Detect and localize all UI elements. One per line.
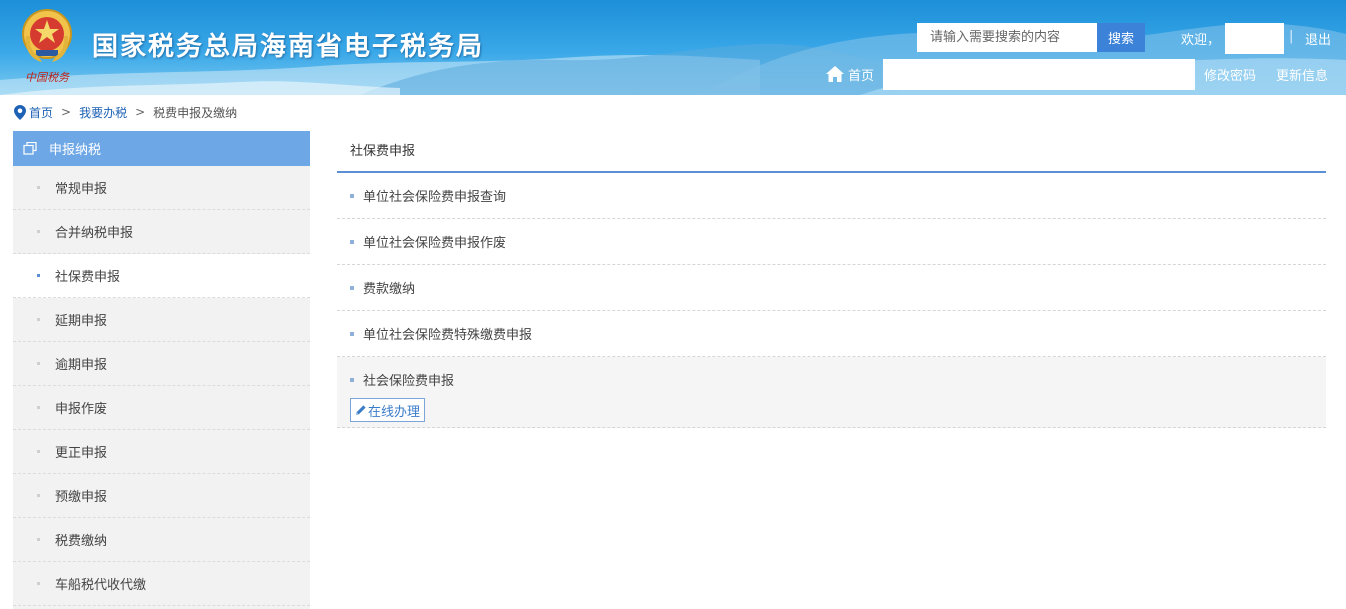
sidebar-item-consolidated-filing[interactable]: 合并纳税申报	[13, 210, 310, 254]
site-header: 中国税务 国家税务总局海南省电子税务局 搜索 欢迎， | 退出 首页 修改密码 …	[0, 0, 1346, 95]
bullet-icon	[350, 377, 354, 382]
service-item-social-insurance: 社会保险费申报 在线办理	[337, 357, 1326, 428]
service-item-label: 单位社会保险费申报查询	[363, 190, 507, 205]
nav-blank-area	[883, 59, 1195, 90]
bullet-icon	[350, 193, 354, 198]
sidebar-item-label: 申报作废	[55, 402, 108, 417]
bullet-icon	[37, 450, 40, 453]
change-password-link[interactable]: 修改密码	[1204, 65, 1256, 84]
sidebar-item-label: 预缴申报	[55, 490, 108, 505]
copy-windows-icon	[23, 142, 37, 155]
breadcrumb-home[interactable]: 首页	[29, 104, 53, 121]
sidebar-item-social-insurance-filing[interactable]: 社保费申报	[13, 254, 310, 298]
update-info-link[interactable]: 更新信息	[1276, 65, 1328, 84]
section-title: 社保费申报	[337, 131, 1326, 173]
bullet-icon	[37, 538, 40, 541]
breadcrumb-arrow: >	[61, 105, 72, 119]
header-separator: |	[1289, 29, 1294, 44]
breadcrumb-arrow: >	[135, 105, 146, 119]
sidebar-title: 申报纳税	[49, 143, 102, 158]
service-item-payment[interactable]: 费款缴纳	[337, 265, 1326, 311]
sidebar-item-overdue-filing[interactable]: 逾期申报	[13, 342, 310, 386]
search-input[interactable]	[917, 23, 1097, 52]
online-process-button[interactable]: 在线办理	[350, 398, 426, 422]
home-link[interactable]: 首页	[825, 63, 874, 85]
logout-link[interactable]: 退出	[1305, 29, 1331, 48]
bullet-icon	[37, 274, 40, 277]
sidebar-item-extended-filing[interactable]: 延期申报	[13, 298, 310, 342]
bullet-icon	[37, 494, 40, 497]
service-item-query[interactable]: 单位社会保险费申报查询	[337, 173, 1326, 219]
online-process-label: 在线办理	[368, 404, 421, 420]
sidebar-item-label: 逾期申报	[55, 358, 108, 373]
sidebar-item-vehicle-tax-withholding[interactable]: 车船税代收代缴	[13, 562, 310, 606]
bullet-icon	[350, 285, 354, 290]
bullet-icon	[350, 239, 354, 244]
sidebar-item-label: 常规申报	[55, 182, 108, 197]
location-pin-icon	[14, 104, 26, 120]
sidebar-item-label: 延期申报	[55, 314, 108, 329]
service-item-label: 单位社会保险费申报作废	[363, 236, 507, 251]
service-item-label: 社会保险费申报	[363, 374, 455, 389]
breadcrumb-level2[interactable]: 我要办税	[79, 104, 127, 121]
sidebar-item-label: 合并纳税申报	[55, 226, 134, 241]
breadcrumb: 首页 > 我要办税 > 税费申报及缴纳	[14, 102, 237, 122]
bullet-icon	[37, 230, 40, 233]
home-link-label: 首页	[848, 68, 875, 84]
sidebar-item-label: 社保费申报	[55, 270, 121, 285]
username-box	[1225, 23, 1284, 54]
pencil-icon	[356, 405, 366, 415]
sidebar-item-void-filing[interactable]: 申报作废	[13, 386, 310, 430]
sidebar-header[interactable]: 申报纳税	[13, 131, 310, 166]
bullet-icon	[37, 406, 40, 409]
bullet-icon	[37, 582, 40, 585]
service-item-label: 费款缴纳	[363, 282, 416, 297]
bullet-icon	[37, 186, 40, 189]
sidebar-item-label: 更正申报	[55, 446, 108, 461]
site-title: 国家税务总局海南省电子税务局	[92, 32, 485, 62]
bullet-icon	[37, 318, 40, 321]
search-button[interactable]: 搜索	[1097, 23, 1145, 52]
sidebar: 申报纳税 常规申报 合并纳税申报 社保费申报 延期申报 逾期申报 申报作废 更正…	[13, 131, 310, 609]
service-item-void[interactable]: 单位社会保险费申报作废	[337, 219, 1326, 265]
emblem-text: 中国税务	[25, 71, 70, 84]
sidebar-item-tax-payment[interactable]: 税费缴纳	[13, 518, 310, 562]
welcome-text: 欢迎，	[1181, 33, 1221, 48]
tax-emblem-logo: 中国税务	[14, 6, 80, 86]
bullet-icon	[350, 331, 354, 336]
sidebar-item-prepayment-filing[interactable]: 预缴申报	[13, 474, 310, 518]
sidebar-item-label: 车船税代收代缴	[55, 578, 147, 593]
sidebar-item-label: 税费缴纳	[55, 534, 108, 549]
sidebar-item-regular-filing[interactable]: 常规申报	[13, 166, 310, 210]
breadcrumb-current: 税费申报及缴纳	[153, 105, 238, 120]
home-icon	[826, 66, 844, 82]
sidebar-item-correction-filing[interactable]: 更正申报	[13, 430, 310, 474]
main-panel: 社保费申报 单位社会保险费申报查询 单位社会保险费申报作废 费款缴纳 单位社会保…	[337, 131, 1326, 428]
service-item-special-payment[interactable]: 单位社会保险费特殊缴费申报	[337, 311, 1326, 357]
bullet-icon	[37, 362, 40, 365]
service-item-label: 单位社会保险费特殊缴费申报	[363, 328, 533, 343]
